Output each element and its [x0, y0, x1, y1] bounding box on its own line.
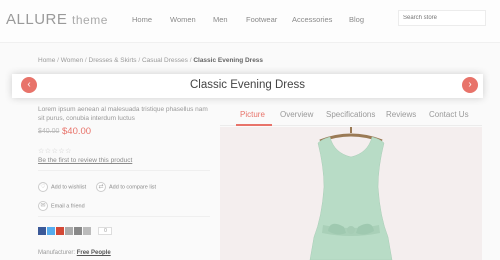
search-input[interactable] — [398, 10, 486, 26]
email-friend-button[interactable]: ✉ Email a friend — [38, 201, 85, 211]
current-price: $40.00 — [62, 126, 92, 137]
tab-specifications[interactable]: Specifications — [326, 110, 375, 119]
product-title-banner: ‹ Classic Evening Dress › — [12, 74, 483, 98]
heart-icon: ♡ — [38, 182, 48, 192]
old-price: $40.00 — [38, 128, 60, 135]
star-icon: ☆ — [38, 148, 45, 155]
facebook-icon[interactable] — [38, 227, 46, 235]
rating-stars: ☆☆☆☆☆ — [38, 147, 72, 155]
email-label: Email a friend — [51, 203, 85, 210]
nav-footwear[interactable]: Footwear — [246, 15, 277, 24]
arrow-right-icon: › — [468, 79, 472, 90]
twitter-icon[interactable] — [47, 227, 55, 235]
nav-women[interactable]: Women — [170, 15, 196, 24]
breadcrumb-separator: / — [84, 57, 87, 64]
product-short-description: Lorem ipsum aenean al malesuada tristiqu… — [38, 106, 208, 122]
star-icon: ☆ — [44, 148, 52, 155]
site-logo[interactable]: ALLURE theme — [6, 11, 108, 28]
nav-men[interactable]: Men — [213, 15, 228, 24]
manufacturer: Manufacturer: Free People — [38, 250, 111, 256]
nav-blog[interactable]: Blog — [349, 15, 364, 24]
print-icon[interactable] — [74, 227, 82, 235]
breadcrumb-separator: / — [138, 57, 141, 64]
manufacturer-label: Manufacturer: — [38, 250, 76, 256]
tab-contact-us[interactable]: Contact Us — [429, 110, 469, 119]
logo-sub: theme — [72, 13, 108, 27]
next-product-button[interactable]: › — [462, 77, 478, 93]
compare-label: Add to compare list — [109, 184, 157, 191]
tab-picture[interactable]: Picture — [240, 110, 265, 119]
google-plus-icon[interactable] — [56, 227, 64, 235]
active-tab-indicator — [236, 124, 272, 126]
add-to-wishlist-button[interactable]: ♡ Add to wishlist — [38, 182, 86, 192]
share-count: 0 — [98, 227, 113, 235]
nav-accessories[interactable]: Accessories — [292, 15, 332, 24]
add-to-compare-button[interactable]: ⇄ Add to compare list — [96, 182, 156, 192]
breadcrumb-separator: / — [57, 57, 59, 64]
more-share-icon[interactable] — [83, 227, 91, 235]
breadcrumb-separator: / — [189, 57, 192, 64]
email-share-icon[interactable] — [65, 227, 73, 235]
compare-icon: ⇄ — [96, 182, 106, 192]
manufacturer-link[interactable]: Free People — [77, 250, 111, 256]
nav-home[interactable]: Home — [132, 15, 152, 24]
breadcrumb-women[interactable]: Women — [61, 57, 83, 64]
divider — [38, 216, 210, 217]
envelope-icon: ✉ — [38, 201, 48, 211]
product-image — [309, 127, 393, 260]
breadcrumb-dresses-skirts[interactable]: Dresses & Skirts — [89, 57, 137, 64]
breadcrumb-home[interactable]: Home — [38, 57, 55, 64]
divider — [38, 170, 210, 171]
product-image-panel[interactable] — [220, 127, 482, 260]
breadcrumb-current: Classic Evening Dress — [193, 57, 264, 64]
product-title: Classic Evening Dress — [189, 79, 306, 91]
breadcrumb-casual-dresses[interactable]: Casual Dresses — [142, 57, 188, 64]
share-buttons: 0 — [38, 227, 113, 235]
tab-overview[interactable]: Overview — [280, 110, 313, 119]
site-header: ALLURE theme Home Women Men Footwear Acc… — [0, 0, 500, 42]
dress-shape — [309, 136, 393, 260]
tab-reviews[interactable]: Reviews — [386, 110, 416, 119]
breadcrumb: Home / Women / Dresses & Skirts / Casual… — [38, 57, 263, 64]
logo-main: ALLURE — [6, 11, 68, 28]
star-icon: ☆ — [65, 148, 72, 155]
header-divider — [0, 42, 500, 43]
first-review-link[interactable]: Be the first to review this product — [38, 157, 132, 164]
wishlist-label: Add to wishlist — [51, 184, 87, 191]
